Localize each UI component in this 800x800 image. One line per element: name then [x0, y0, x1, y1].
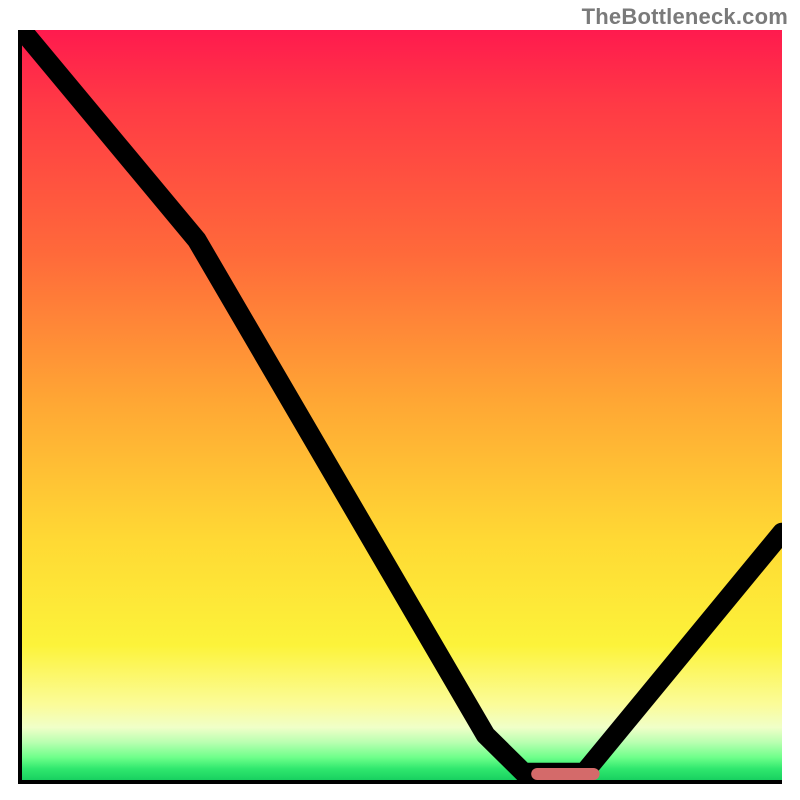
- plot-area: [18, 30, 782, 784]
- curve-overlay: [22, 30, 782, 780]
- bottleneck-chart: TheBottleneck.com: [0, 0, 800, 800]
- optimal-marker: [531, 768, 599, 780]
- bottleneck-curve-path: [22, 30, 782, 773]
- watermark-text: TheBottleneck.com: [582, 4, 788, 30]
